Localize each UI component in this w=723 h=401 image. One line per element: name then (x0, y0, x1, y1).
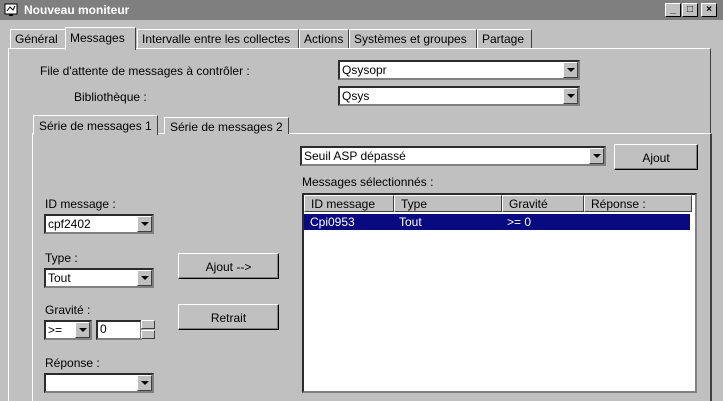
tab-systemes-groupes[interactable]: Systèmes et groupes (349, 29, 477, 49)
chevron-down-icon[interactable] (589, 148, 604, 164)
window: Nouveau moniteur _ □ × Général Messages … (0, 0, 723, 401)
remove-button[interactable]: Retrait (178, 304, 279, 330)
subtab-series-1[interactable]: Série de messages 1 (33, 115, 158, 135)
maximize-icon: □ (686, 4, 694, 15)
column-header-type[interactable]: Type (394, 195, 502, 212)
add-arrow-button[interactable]: Ajout --> (178, 253, 279, 279)
title-bar[interactable]: Nouveau moniteur _ □ × (0, 0, 723, 20)
preset-combo[interactable]: Seuil ASP dépassé (300, 146, 606, 166)
maximize-button[interactable]: □ (682, 3, 698, 17)
tab-label: Actions (304, 32, 344, 46)
tab-actions[interactable]: Actions (299, 29, 349, 49)
library-value: Qsys (342, 89, 370, 103)
tab-partage[interactable]: Partage (477, 29, 532, 49)
tab-messages[interactable]: Messages (65, 27, 136, 50)
gravity-input[interactable]: 0 (96, 320, 142, 340)
tab-label: Général (15, 32, 58, 46)
tab-general[interactable]: Général (10, 29, 66, 49)
response-label: Réponse : (45, 356, 100, 370)
table-row[interactable]: Cpi0953 Tout >= 0 (304, 214, 690, 230)
spin-down-button[interactable] (141, 330, 155, 339)
library-label: Bibliothèque : (74, 90, 147, 104)
id-message-combo[interactable]: cpf2402 (44, 214, 154, 234)
chevron-down-icon[interactable] (563, 62, 578, 78)
chevron-down-icon[interactable] (137, 216, 152, 232)
column-header-label: Réponse : (591, 197, 646, 211)
monitor-app-icon (4, 3, 18, 16)
add-preset-button[interactable]: Ajout (614, 144, 698, 170)
queue-value: Qsysopr (342, 63, 387, 77)
column-header-label: Type (401, 197, 428, 211)
window-title: Nouveau moniteur (24, 3, 130, 17)
chevron-down-icon[interactable] (137, 270, 152, 286)
close-button[interactable]: × (701, 3, 717, 17)
id-message-label: ID message : (45, 197, 116, 211)
response-combo[interactable] (44, 373, 154, 393)
chevron-down-icon[interactable] (563, 88, 578, 104)
chevron-down-icon[interactable] (75, 322, 90, 338)
minimize-button[interactable]: _ (665, 3, 681, 17)
gravity-label: Gravité : (45, 303, 91, 317)
queue-label: File d'attente de messages à contrôler : (40, 64, 250, 78)
column-header-id[interactable]: ID message (304, 195, 394, 212)
tab-intervalle[interactable]: Intervalle entre les collectes (137, 29, 299, 49)
selected-messages-table[interactable]: ID message Type Gravité Réponse : Cpi095… (302, 193, 697, 393)
spin-up-button[interactable] (141, 320, 155, 329)
tab-label: Partage (482, 32, 525, 46)
chevron-down-icon[interactable] (137, 375, 152, 391)
column-header-label: Gravité (509, 197, 548, 211)
tab-label: Systèmes et groupes (354, 32, 467, 46)
type-label: Type : (45, 251, 78, 265)
type-value: Tout (48, 271, 71, 285)
cell-id: Cpi0953 (310, 215, 355, 229)
subtab-label: Série de messages 1 (39, 119, 152, 133)
subtab-label: Série de messages 2 (170, 120, 283, 134)
column-header-label: ID message (311, 197, 376, 211)
id-message-value: cpf2402 (48, 217, 91, 231)
queue-combo[interactable]: Qsysopr (338, 60, 580, 80)
close-icon: × (706, 4, 712, 15)
gravity-value: 0 (100, 322, 107, 336)
minimize-icon: _ (670, 4, 676, 15)
preset-value: Seuil ASP dépassé (304, 149, 406, 163)
column-header-gravite[interactable]: Gravité (502, 195, 584, 212)
selected-messages-label: Messages sélectionnés : (302, 175, 434, 189)
tab-label: Messages (70, 31, 125, 45)
cell-gravite: >= 0 (507, 215, 532, 229)
type-combo[interactable]: Tout (44, 268, 154, 288)
gravity-operator-combo[interactable]: >= (44, 320, 92, 340)
subtab-series-2[interactable]: Série de messages 2 (164, 117, 289, 134)
cell-type: Tout (399, 215, 422, 229)
button-label: Ajout --> (205, 260, 252, 274)
button-label: Retrait (210, 311, 247, 325)
column-header-reponse[interactable]: Réponse : (584, 195, 692, 212)
button-label: Ajout (642, 151, 670, 165)
library-combo[interactable]: Qsys (338, 86, 580, 106)
gravity-operator-value: >= (48, 323, 63, 337)
tab-label: Intervalle entre les collectes (142, 32, 291, 46)
